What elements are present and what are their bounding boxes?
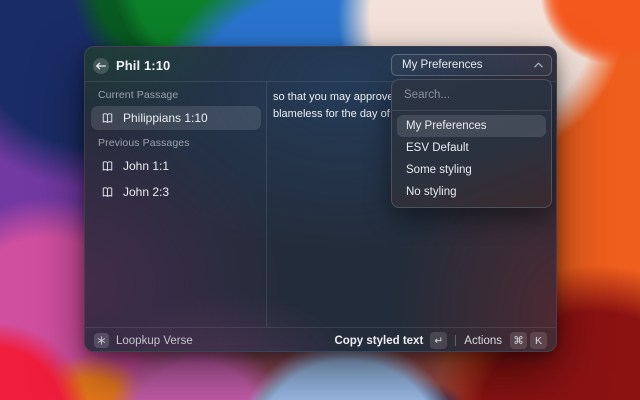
style-selector-dropdown[interactable]: My Preferences — [391, 54, 552, 76]
return-key-badge: ↵ — [430, 332, 447, 349]
back-arrow-icon — [96, 62, 106, 70]
style-selector-value: My Preferences — [402, 59, 483, 71]
actions-menu-button[interactable]: Actions — [464, 335, 502, 347]
dropdown-item-my-preferences[interactable]: My Preferences — [397, 115, 546, 137]
app-window: Phil 1:10 My Preferences Current Passage… — [84, 46, 557, 352]
extension-name: Loopkup Verse — [116, 335, 193, 347]
sidebar-item-philippians-1-10[interactable]: Philippians 1:10 — [91, 106, 261, 130]
dropdown-list: My Preferences ESV Default Some styling … — [392, 111, 551, 207]
dropdown-item-label: ESV Default — [406, 142, 469, 154]
book-icon — [101, 160, 114, 173]
sidebar-item-label: John 1:1 — [123, 159, 169, 173]
dropdown-item-label: Some styling — [406, 164, 472, 176]
copy-styled-text-action[interactable]: Copy styled text — [334, 335, 423, 347]
screen: Phil 1:10 My Preferences Current Passage… — [0, 0, 640, 400]
footer-separator — [455, 335, 456, 346]
sidebar-divider — [266, 81, 267, 327]
section-label-current-passage: Current Passage — [98, 89, 178, 101]
dropdown-item-esv-default[interactable]: ESV Default — [397, 137, 546, 159]
command-key-badge: ⌘ — [510, 332, 527, 349]
section-label-previous-passages: Previous Passages — [98, 137, 190, 149]
back-button[interactable] — [93, 58, 109, 74]
book-icon — [101, 186, 114, 199]
search-input[interactable] — [392, 80, 551, 110]
style-dropdown-panel: My Preferences ESV Default Some styling … — [391, 79, 552, 208]
sidebar-item-label: Philippians 1:10 — [123, 111, 208, 125]
dropdown-item-some-styling[interactable]: Some styling — [397, 159, 546, 181]
dropdown-item-no-styling[interactable]: No styling — [397, 181, 546, 203]
page-title: Phil 1:10 — [116, 58, 170, 73]
extension-icon — [94, 333, 109, 348]
footer-bar: Loopkup Verse Copy styled text ↵ Actions… — [85, 328, 556, 352]
sidebar-item-label: John 2:3 — [123, 185, 169, 199]
chevron-up-icon — [534, 62, 543, 68]
dropdown-item-label: No styling — [406, 186, 457, 198]
sidebar-item-john-2-3[interactable]: John 2:3 — [91, 180, 261, 204]
k-key-badge: K — [530, 332, 547, 349]
book-icon — [101, 112, 114, 125]
dropdown-item-label: My Preferences — [406, 120, 487, 132]
sidebar-item-john-1-1[interactable]: John 1:1 — [91, 154, 261, 178]
